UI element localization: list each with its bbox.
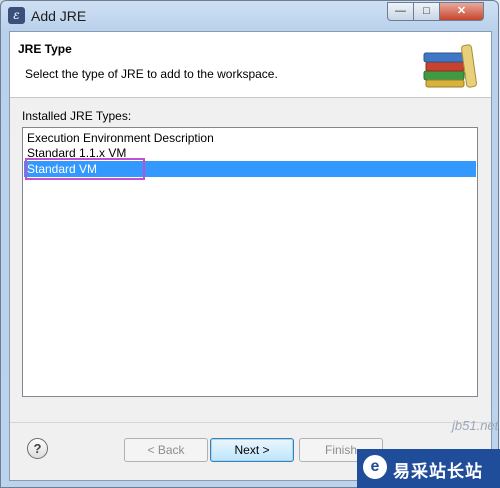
wizard-page-description: Select the type of JRE to add to the wor…: [25, 67, 278, 81]
next-button[interactable]: Next >: [210, 438, 294, 462]
installed-jre-types-label: Installed JRE Types:: [22, 109, 132, 123]
watermark-text: 易采站长站: [393, 462, 483, 482]
close-button[interactable]: ✕: [439, 2, 484, 21]
list-item[interactable]: Execution Environment Description: [24, 130, 476, 146]
wizard-page-title: JRE Type: [18, 42, 72, 56]
watermark-logo-icon: e: [363, 455, 387, 479]
eclipse-icon: ɛ: [8, 7, 25, 24]
footer-separator: [10, 422, 491, 423]
help-icon[interactable]: ?: [27, 438, 48, 459]
back-button[interactable]: < Back: [124, 438, 208, 462]
add-jre-dialog: ɛ Add JRE — □ ✕ JRE Type Select the type…: [0, 0, 499, 488]
watermark-faint-text: jb51.net: [452, 418, 499, 433]
title-bar[interactable]: ɛ Add JRE — □ ✕: [1, 1, 498, 31]
books-icon: [423, 44, 477, 88]
dialog-client-area: JRE Type Select the type of JRE to add t…: [9, 31, 492, 481]
list-item-selected[interactable]: Standard VM: [24, 161, 476, 177]
minimize-button[interactable]: —: [387, 2, 414, 21]
maximize-button[interactable]: □: [413, 2, 440, 21]
jre-types-list[interactable]: Execution Environment Description Standa…: [22, 127, 478, 397]
list-item[interactable]: Standard 1.1.x VM: [24, 145, 476, 161]
wizard-header: JRE Type Select the type of JRE to add t…: [10, 32, 491, 98]
window-title: Add JRE: [31, 8, 87, 24]
site-watermark: e 易采站长站: [357, 449, 500, 488]
